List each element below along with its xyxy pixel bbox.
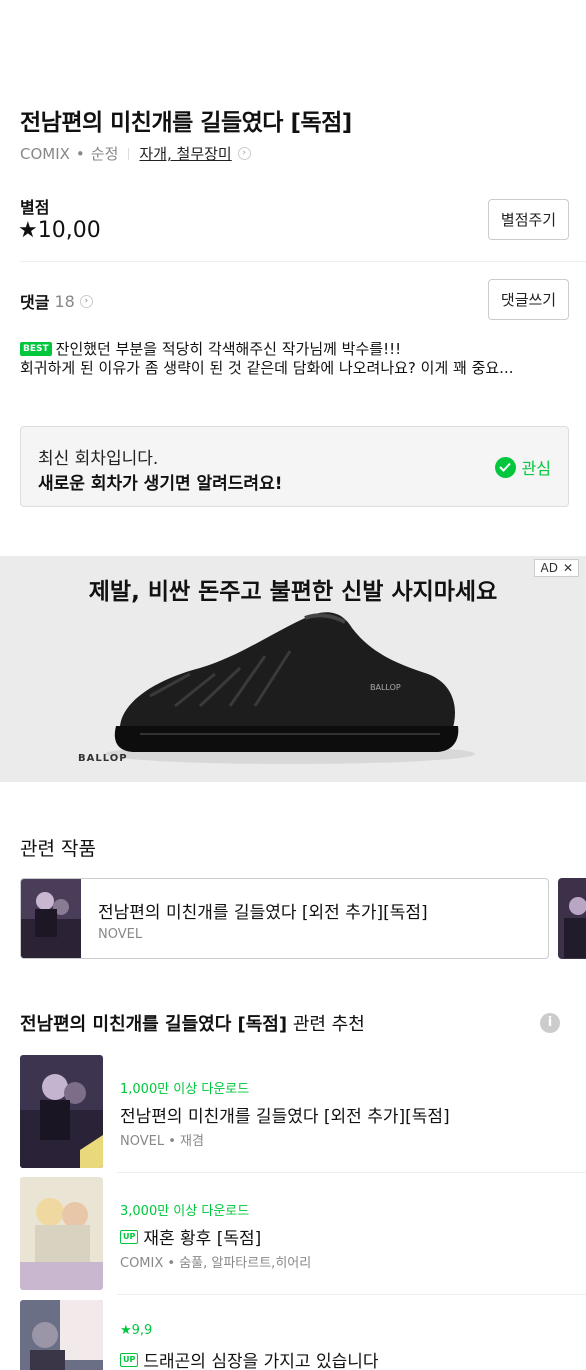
notice-line1: 최신 회차입니다.: [38, 449, 159, 469]
up-badge: UP: [120, 1229, 139, 1244]
write-comment-button[interactable]: 댓글쓰기: [488, 279, 569, 320]
chevron-right-icon[interactable]: ›: [237, 147, 251, 160]
best-badge: BEST: [20, 341, 52, 356]
related-card[interactable]: 전남편의 미친개를 길들였다 [외전 추가][독점] NOVEL: [20, 878, 549, 959]
related-type: NOVEL: [98, 927, 143, 942]
related-section-title: 관련 작품: [20, 838, 96, 860]
work-meta: COMIX • 순정 자개, 철무장미 ›: [20, 143, 251, 164]
cover-thumbnail: [20, 1055, 103, 1168]
genre-label: 순정: [90, 145, 119, 163]
shoe-image: BALLOP: [105, 612, 475, 764]
tags-link[interactable]: 자개, 철무장미: [139, 143, 231, 164]
recommend-item[interactable]: 3,000만 이상 다운로드 UP 재혼 황후 [독점] COMIX • 숨풀,…: [20, 1177, 586, 1295]
rating-label: 별점: [20, 198, 50, 217]
rating-badge: ★9,9: [120, 1323, 153, 1338]
latest-episode-notice: 최신 회차입니다. 새로운 회차가 생기면 알려드려요! 관심: [20, 426, 569, 507]
notice-line2: 새로운 회차가 생기면 알려드려요!: [38, 474, 283, 494]
rate-button[interactable]: 별점주기: [488, 199, 569, 240]
recommend-item[interactable]: ★9,9 UP 드래곤의 심장을 가지고 있습니다: [20, 1300, 586, 1370]
recommend-name: UP 드래곤의 심장을 가지고 있습니다: [120, 1347, 379, 1370]
recommend-name: UP 재혼 황후 [독점]: [120, 1224, 261, 1249]
related-card-next[interactable]: [558, 878, 586, 959]
recommend-sub: COMIX • 숨풀, 알파타르트,히어리: [120, 1256, 312, 1271]
ad-banner[interactable]: AD ✕ 제발, 비싼 돈주고 불편한 신발 사지마세요 BALLOP BALL…: [0, 556, 586, 782]
recommend-name-text: 드래곤의 심장을 가지고 있습니다: [143, 1352, 379, 1370]
up-badge: UP: [120, 1352, 139, 1367]
divider: [117, 1294, 586, 1295]
cover-thumbnail: [20, 1300, 103, 1370]
comments-label: 댓글: [20, 293, 50, 312]
recommend-title: 전남편의 미친개를 길들였다 [독점] 관련 추천: [20, 1010, 365, 1036]
work-title: 전남편의 미친개를 길들였다 [독점]: [20, 110, 352, 136]
recommend-sub: NOVEL • 재겸: [120, 1134, 204, 1149]
download-badge: 3,000만 이상 다운로드: [120, 1204, 250, 1219]
divider: [117, 1172, 586, 1173]
divider: [20, 261, 586, 262]
comments-header[interactable]: 댓글 18 ›: [20, 289, 93, 313]
recommend-item[interactable]: 1,000만 이상 다운로드 전남편의 미친개를 길들였다 [외전 추가][독점…: [20, 1055, 586, 1173]
meta-divider: [128, 147, 130, 160]
info-icon[interactable]: i: [540, 1013, 560, 1033]
favorite-button[interactable]: 관심: [494, 455, 551, 479]
ad-brand-logo: BALLOP: [78, 753, 128, 764]
recommend-name-text: 재혼 황후 [독점]: [143, 1229, 262, 1249]
rating-value: ★10,00: [18, 218, 101, 243]
cover-thumbnail: [21, 879, 81, 958]
shoe-brand: BALLOP: [370, 683, 401, 692]
check-circle-icon: [494, 456, 516, 478]
related-title: 전남편의 미친개를 길들였다 [외전 추가][독점]: [98, 903, 428, 923]
recommend-title-work: 전남편의 미친개를 길들였다 [독점]: [20, 1014, 288, 1035]
recommend-name: 전남편의 미친개를 길들였다 [외전 추가][독점]: [120, 1102, 450, 1127]
best-comment-text: 잔인했던 부분을 적당히 각색해주신 작가님께 박수를!!!: [55, 340, 402, 358]
comment-preview[interactable]: 회귀하게 된 이유가 좀 생략이 된 것 같은데 담화에 나오려나요? 이게 꽤…: [20, 357, 570, 378]
comment-count: 18: [54, 291, 75, 311]
recommend-title-suffix: 관련 추천: [287, 1014, 365, 1035]
best-comment[interactable]: BEST 잔인했던 부분을 적당히 각색해주신 작가님께 박수를!!!: [20, 338, 401, 359]
favorite-label: 관심: [521, 459, 551, 478]
recommend-name-text: 전남편의 미친개를 길들였다 [외전 추가][독점]: [120, 1107, 450, 1127]
platform-label: COMIX: [20, 144, 70, 163]
chevron-right-icon[interactable]: ›: [79, 294, 93, 308]
cover-thumbnail: [20, 1177, 103, 1290]
download-badge: 1,000만 이상 다운로드: [120, 1082, 250, 1097]
